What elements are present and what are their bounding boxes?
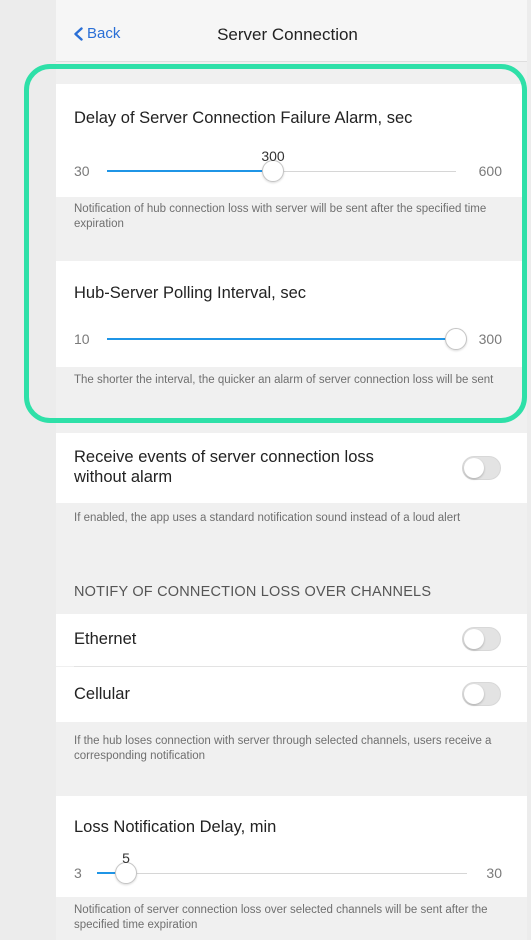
receive-events-toggle[interactable] (462, 456, 501, 480)
slider-thumb[interactable]: 5 (115, 850, 137, 884)
settings-screen: Back Server Connection Delay of Server C… (56, 0, 527, 940)
slider-track (97, 873, 467, 874)
polling-hint: The shorter the interval, the quicker an… (56, 367, 527, 431)
receive-events-row[interactable]: Receive events of server connection loss… (56, 433, 527, 503)
loss-delay-slider[interactable]: 3 5 30 (56, 850, 527, 893)
loss-delay-hint: Notification of server connection loss o… (56, 897, 527, 940)
slider-max-label: 30 (486, 865, 502, 881)
slider-fill (107, 338, 453, 340)
slider-value: 300 (261, 148, 285, 164)
channels-section-title: NOTIFY OF CONNECTION LOSS OVER CHANNELS (74, 584, 432, 600)
delay-alarm-slider[interactable]: 30 300 600 (56, 148, 527, 191)
receive-events-hint: If enabled, the app uses a standard noti… (56, 503, 527, 547)
slider-max-label: 300 (478, 331, 502, 347)
toggle-knob (464, 458, 484, 478)
ethernet-toggle[interactable] (462, 627, 501, 651)
delay-alarm-card: Delay of Server Connection Failure Alarm… (56, 84, 527, 197)
polling-slider[interactable]: 10 300 (56, 319, 527, 359)
polling-label: Hub-Server Polling Interval, sec (74, 284, 307, 302)
slider-min-label: 30 (74, 163, 90, 179)
slider-value: 5 (122, 850, 130, 866)
loss-delay-card: Loss Notification Delay, min 3 5 30 (56, 796, 527, 897)
channel-row-cellular[interactable]: Cellular (56, 667, 527, 722)
slider-fill (107, 170, 273, 172)
toggle-knob (464, 684, 484, 704)
slider-max-label: 600 (478, 163, 502, 179)
polling-card: Hub-Server Polling Interval, sec 10 300 (56, 261, 527, 367)
navigation-bar: Back Server Connection (56, 0, 527, 62)
toggle-knob (464, 629, 484, 649)
channel-label: Cellular (74, 685, 130, 703)
slider-min-label: 10 (74, 331, 90, 347)
delay-alarm-hint: Notification of hub connection loss with… (56, 197, 527, 259)
channel-row-ethernet[interactable]: Ethernet (56, 614, 527, 666)
loss-delay-label: Loss Notification Delay, min (74, 818, 277, 836)
slider-thumb[interactable]: 300 (261, 148, 285, 182)
channel-label: Ethernet (74, 630, 137, 648)
page-title: Server Connection (217, 25, 358, 44)
channels-hint: If the hub loses connection with server … (56, 722, 527, 794)
cellular-toggle[interactable] (462, 682, 501, 706)
slider-min-label: 3 (74, 865, 82, 881)
delay-alarm-label: Delay of Server Connection Failure Alarm… (74, 109, 413, 127)
receive-events-label: Receive events of server connection loss… (74, 448, 374, 486)
slider-thumb[interactable] (445, 328, 467, 350)
